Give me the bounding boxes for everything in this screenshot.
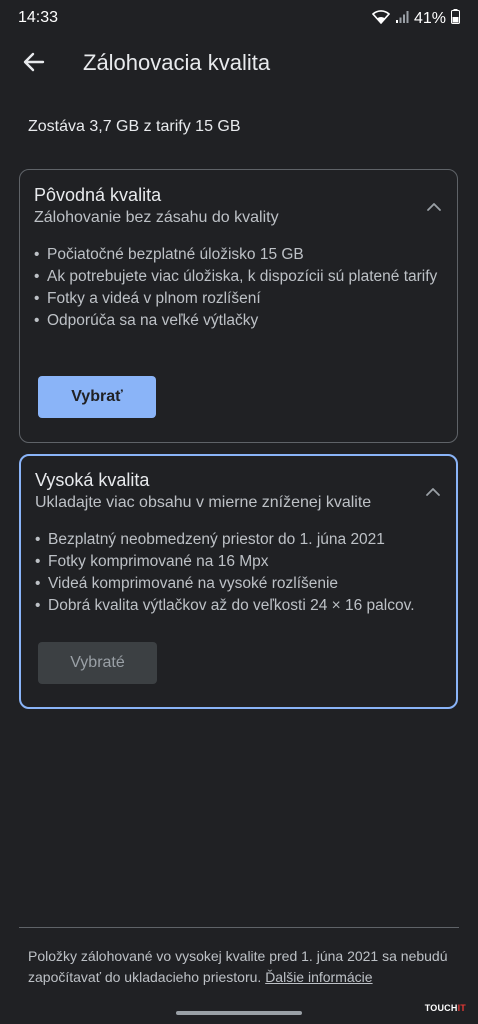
learn-more-link[interactable]: Ďalšie informácie bbox=[265, 969, 372, 985]
list-item: Počiatočné bezplatné úložisko 15 GB bbox=[34, 244, 449, 265]
chevron-up-icon[interactable] bbox=[425, 200, 443, 212]
footer-text: Položky zálohované vo vysokej kvalite pr… bbox=[28, 948, 448, 985]
gesture-nav-handle[interactable] bbox=[176, 1011, 302, 1015]
storage-remaining-text: Zostáva 3,7 GB z tarify 15 GB bbox=[28, 118, 241, 135]
list-item: Bezplatný neobmedzený priestor do 1. jún… bbox=[35, 529, 450, 550]
battery-percent: 41% bbox=[413, 10, 446, 27]
signal-icon bbox=[395, 10, 409, 29]
footer-note: Položky zálohované vo vysokej kvalite pr… bbox=[28, 946, 448, 988]
page-title: Zálohovacia kvalita bbox=[83, 50, 271, 75]
status-bar: 14:33 41% bbox=[0, 0, 478, 36]
feature-list: Bezplatný neobmedzený priestor do 1. jún… bbox=[35, 529, 450, 617]
quality-card-original[interactable]: Pôvodná kvalita Zálohovanie bez zásahu d… bbox=[19, 169, 458, 443]
list-item: Fotky komprimované na 16 Mpx bbox=[35, 551, 450, 572]
feature-list: Počiatočné bezplatné úložisko 15 GB Ak p… bbox=[34, 244, 449, 332]
battery-icon bbox=[451, 9, 460, 29]
card-subtitle: Zálohovanie bez zásahu do kvality bbox=[34, 209, 279, 226]
quality-card-high[interactable]: Vysoká kvalita Ukladajte viac obsahu v m… bbox=[19, 454, 458, 709]
divider bbox=[19, 927, 459, 928]
list-item: Fotky a videá v plnom rozlíšení bbox=[34, 288, 449, 309]
back-button[interactable] bbox=[14, 44, 54, 84]
arrow-back-icon bbox=[23, 52, 45, 77]
card-title: Vysoká kvalita bbox=[35, 470, 150, 490]
selected-button: Vybraté bbox=[38, 642, 157, 684]
list-item: Videá komprimované na vysoké rozlíšenie bbox=[35, 573, 450, 594]
card-title: Pôvodná kvalita bbox=[34, 185, 162, 205]
list-item: Ak potrebujete viac úložiska, k dispozíc… bbox=[34, 266, 449, 287]
select-button[interactable]: Vybrať bbox=[38, 376, 156, 418]
list-item: Dobrá kvalita výtlačkov až do veľkosti 2… bbox=[35, 595, 450, 616]
status-time: 14:33 bbox=[18, 9, 59, 26]
app-bar: Zálohovacia kvalita bbox=[0, 36, 478, 92]
wifi-icon bbox=[371, 9, 391, 29]
list-item: Odporúča sa na veľké výtlačky bbox=[34, 310, 449, 331]
card-subtitle: Ukladajte viac obsahu v mierne zníženej … bbox=[35, 494, 372, 511]
status-icons: 41% bbox=[371, 9, 460, 29]
chevron-up-icon[interactable] bbox=[424, 485, 442, 497]
watermark-logo: TOUCHIT bbox=[424, 1003, 466, 1013]
